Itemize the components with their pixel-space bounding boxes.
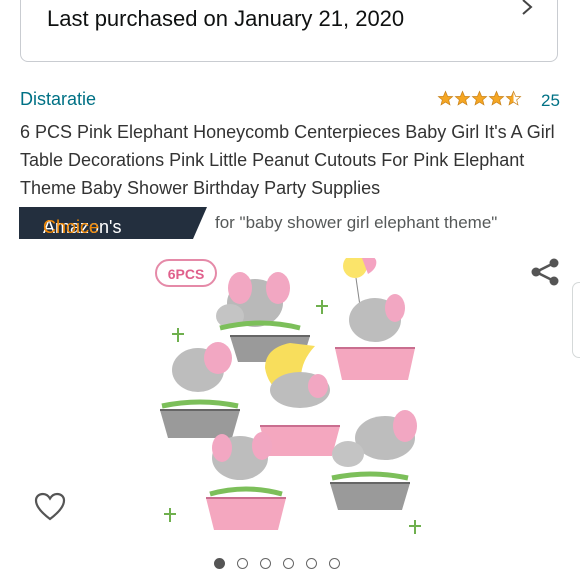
brand-link[interactable]: Distaratie: [20, 89, 96, 110]
chevron-right-icon: [522, 0, 533, 15]
badge-text-choice: Choice: [43, 217, 100, 237]
choice-keyword: for "baby shower girl elephant theme": [215, 213, 498, 232]
star-icon: [488, 90, 505, 106]
star-icon: [471, 90, 488, 106]
carousel-dot[interactable]: [329, 558, 340, 569]
heart-icon[interactable]: [34, 492, 66, 522]
star-half-icon: [505, 90, 522, 106]
carousel-dot[interactable]: [306, 558, 317, 569]
rating-count-link[interactable]: 25: [541, 91, 560, 111]
carousel-dot[interactable]: [260, 558, 271, 569]
carousel-dot[interactable]: [237, 558, 248, 569]
carousel-indicator[interactable]: [214, 558, 340, 569]
product-image[interactable]: 6PCS: [150, 258, 440, 543]
last-purchased-text: Last purchased on January 21, 2020: [47, 6, 405, 31]
star-icon: [454, 90, 471, 106]
star-icon: [437, 90, 454, 106]
carousel-dot[interactable]: [283, 558, 294, 569]
star-rating[interactable]: [437, 90, 522, 107]
product-title: 6 PCS Pink Elephant Honeycomb Centerpiec…: [20, 122, 555, 198]
carousel-dot[interactable]: [214, 558, 225, 569]
last-purchased-card[interactable]: Last purchased on January 21, 2020: [20, 0, 558, 62]
share-icon[interactable]: [530, 258, 560, 286]
pcs-label: 6PCS: [168, 266, 205, 282]
side-panel-handle[interactable]: [572, 282, 580, 358]
amazons-choice-badge: Amazon's Choice: [19, 207, 207, 239]
